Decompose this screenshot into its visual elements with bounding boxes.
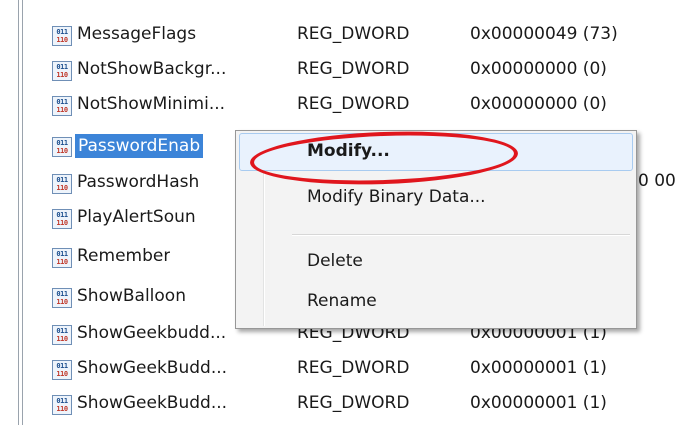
- reg-binary-icon: 011 110: [52, 26, 72, 46]
- value-data: 0x00000000 (0): [470, 59, 607, 79]
- value-type: REG_DWORD: [297, 393, 410, 413]
- value-data: 0x00000001 (1): [470, 358, 607, 378]
- reg-binary-icon: 011 110: [52, 248, 72, 268]
- reg-binary-icon: 011 110: [52, 61, 72, 81]
- value-name: PlayAlertSoun: [77, 207, 196, 227]
- value-name: ShowBalloon: [77, 286, 186, 306]
- registry-value-row[interactable]: 011 110 ShowGeekBudd... REG_DWORD 0x00000…: [0, 392, 675, 420]
- value-name: ShowGeekbudd...: [77, 323, 227, 343]
- value-name: MessageFlags: [77, 24, 197, 44]
- value-name: NotShowBackgr...: [77, 59, 227, 79]
- value-data: 0x00000049 (73): [470, 24, 618, 44]
- reg-binary-icon: 011 110: [52, 137, 72, 157]
- value-data: 0x00000001 (1): [470, 393, 607, 413]
- value-type: REG_DWORD: [297, 24, 410, 44]
- registry-value-row[interactable]: 011 110 NotShowBackgr... REG_DWORD 0x0000…: [0, 58, 675, 86]
- value-name: PasswordEnab: [75, 134, 204, 158]
- value-name: PasswordHash: [77, 172, 200, 192]
- registry-value-row[interactable]: 011 110 NotShowMinimi... REG_DWORD 0x0000…: [0, 93, 675, 121]
- value-name: ShowGeekBudd...: [77, 358, 228, 378]
- value-name: Remember: [77, 246, 171, 266]
- reg-binary-icon: 011 110: [52, 395, 72, 415]
- registry-value-row[interactable]: 011 110 ShowGeekBudd... REG_DWORD 0x00000…: [0, 357, 675, 385]
- value-name: ShowGeekBudd...: [77, 393, 228, 413]
- reg-binary-icon: 011 110: [52, 96, 72, 116]
- menu-separator-highlight: [292, 235, 630, 236]
- reg-binary-icon: 011 110: [52, 288, 72, 308]
- value-data: 0x00000000 (0): [470, 94, 607, 114]
- value-data-partial: 0 00: [638, 171, 675, 191]
- reg-binary-icon: 011 110: [52, 360, 72, 380]
- menu-item-label: Delete: [307, 251, 363, 271]
- reg-binary-icon: 011 110: [52, 325, 72, 345]
- reg-binary-icon: 011 110: [52, 209, 72, 229]
- menu-item-label: Modify Binary Data...: [307, 187, 486, 207]
- value-type: REG_DWORD: [297, 94, 410, 114]
- menu-item-delete[interactable]: Delete: [239, 243, 633, 281]
- value-type: REG_DWORD: [297, 59, 410, 79]
- registry-value-row[interactable]: 011 110 MessageFlags REG_DWORD 0x00000049…: [0, 23, 675, 51]
- reg-binary-icon: 011 110: [52, 174, 72, 194]
- menu-item-label: Rename: [307, 291, 377, 311]
- value-name: NotShowMinimi...: [77, 94, 226, 114]
- menu-item-rename[interactable]: Rename: [239, 283, 633, 321]
- menu-item-modify-binary[interactable]: Modify Binary Data...: [239, 179, 633, 217]
- value-type: REG_DWORD: [297, 358, 410, 378]
